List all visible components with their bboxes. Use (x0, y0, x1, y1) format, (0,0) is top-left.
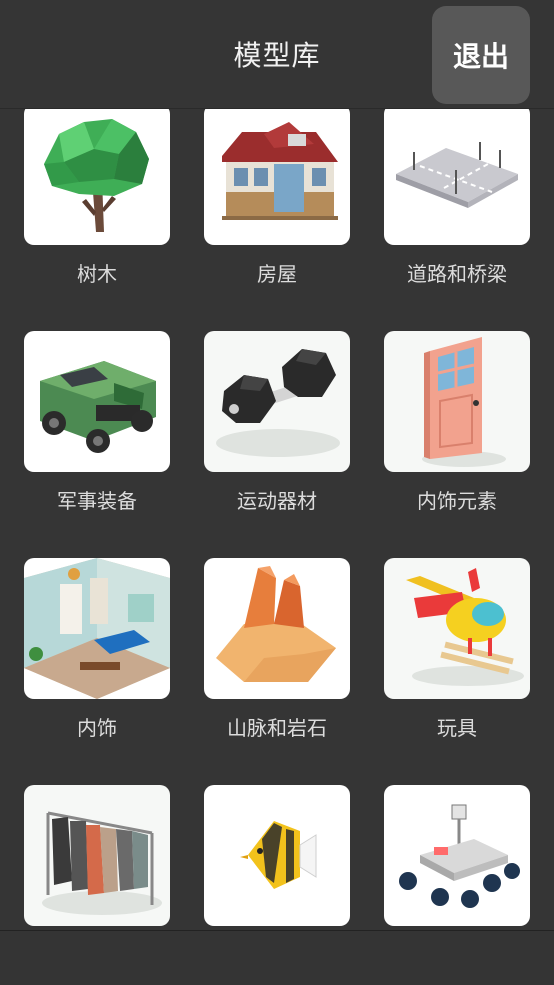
category-label: 道路和桥梁 (407, 262, 507, 286)
fish-icon[interactable] (204, 785, 350, 926)
category-grid: 树木 房屋 道路和桥梁 军事装备 运动器材 内饰元素 内饰 山脉和岩石 玩具 (0, 0, 554, 930)
military-vehicle-icon[interactable] (24, 331, 170, 472)
category-card-toys[interactable]: 玩具 (384, 558, 530, 741)
model-library-screen: 树木 房屋 道路和桥梁 军事装备 运动器材 内饰元素 内饰 山脉和岩石 玩具 模… (0, 0, 554, 985)
category-label: 内饰 (77, 716, 117, 740)
category-card-interior[interactable]: 内饰 (24, 558, 170, 741)
bottom-bar (0, 930, 554, 985)
door-icon[interactable] (384, 331, 530, 472)
category-card-trees[interactable]: 树木 (24, 104, 170, 287)
category-label: 玩具 (437, 716, 477, 740)
category-card-fish[interactable] (204, 785, 350, 930)
tree-icon[interactable] (24, 104, 170, 245)
category-label: 军事装备 (57, 489, 137, 513)
toy-helicopter-icon[interactable] (384, 558, 530, 699)
category-label: 树木 (77, 262, 117, 286)
interior-room-icon[interactable] (24, 558, 170, 699)
rover-icon[interactable] (384, 785, 530, 926)
category-card-sports[interactable]: 运动器材 (204, 331, 350, 514)
clothes-rack-icon[interactable] (24, 785, 170, 926)
category-card-military[interactable]: 军事装备 (24, 331, 170, 514)
top-bar: 模型库 退出 (0, 0, 554, 109)
category-card-interior-elements[interactable]: 内饰元素 (384, 331, 530, 514)
category-card-mountains[interactable]: 山脉和岩石 (204, 558, 350, 741)
category-card-vehicles[interactable] (384, 785, 530, 930)
exit-button[interactable]: 退出 (432, 6, 530, 104)
category-card-clothing[interactable] (24, 785, 170, 930)
category-card-houses[interactable]: 房屋 (204, 104, 350, 287)
category-label: 房屋 (257, 262, 297, 286)
road-icon[interactable] (384, 104, 530, 245)
category-card-roads[interactable]: 道路和桥梁 (384, 104, 530, 287)
category-label: 运动器材 (237, 489, 317, 513)
dumbbell-icon[interactable] (204, 331, 350, 472)
rock-icon[interactable] (204, 558, 350, 699)
category-label: 山脉和岩石 (227, 716, 327, 740)
category-label: 内饰元素 (417, 489, 497, 513)
house-icon[interactable] (204, 104, 350, 245)
